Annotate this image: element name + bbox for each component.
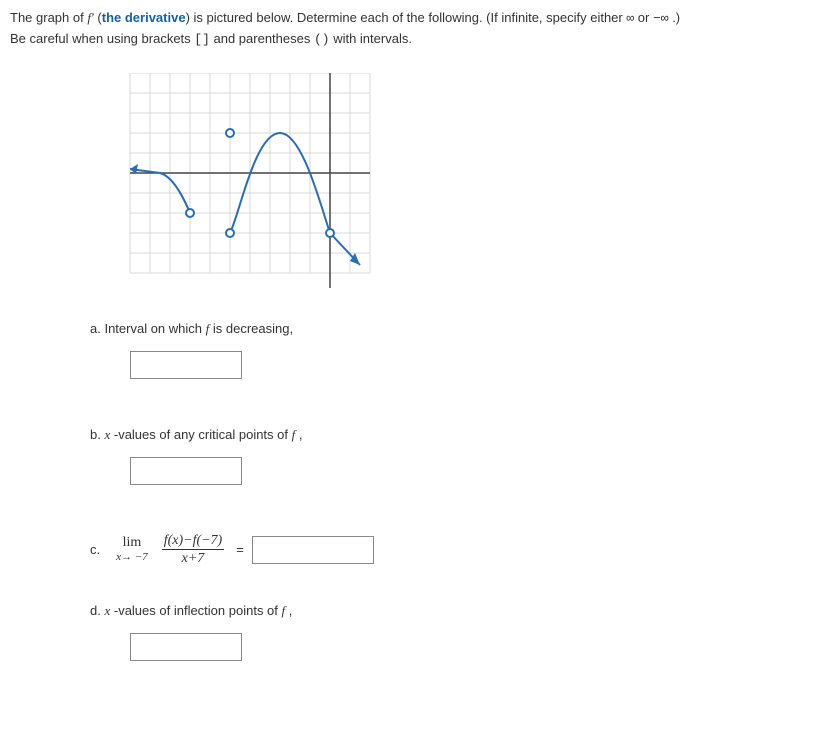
part-b-label: b. x -values of any critical points of f… — [90, 427, 827, 443]
text: a. Interval on which — [90, 321, 206, 336]
intro-line-1: The graph of f′ (the derivative) is pict… — [10, 8, 827, 29]
text: The graph of — [10, 10, 87, 25]
fraction: f(x)−f(−7) x+7 — [162, 533, 225, 567]
answer-input-a[interactable] — [130, 351, 242, 379]
limit-notation: lim x→ −7 — [116, 536, 148, 563]
curve-segment-1 — [130, 169, 190, 213]
lim-sub: x→ −7 — [116, 552, 148, 563]
answer-input-b[interactable] — [130, 457, 242, 485]
derivative-graph — [120, 73, 827, 293]
part-d: d. x -values of inflection points of f , — [90, 603, 827, 661]
text: d. — [90, 603, 104, 618]
text: .) — [669, 10, 681, 25]
part-c-label: c. — [90, 542, 100, 557]
lim-text: lim — [123, 536, 142, 550]
open-point-icon — [326, 229, 334, 237]
equals-sign: = — [236, 542, 244, 557]
text: , — [285, 603, 292, 618]
text: -values of any critical points of — [110, 427, 291, 442]
answer-input-d[interactable] — [130, 633, 242, 661]
text: , — [295, 427, 302, 442]
neg-infinity-symbol: −∞ — [653, 11, 669, 26]
derivative-highlight: the derivative — [102, 10, 186, 25]
frac-denominator: x+7 — [182, 550, 205, 566]
answer-input-c[interactable] — [252, 536, 374, 564]
frac-numerator: f(x)−f(−7) — [162, 533, 225, 550]
text: or — [634, 10, 653, 25]
part-b: b. x -values of any critical points of f… — [90, 427, 827, 485]
intro-line-2: Be careful when using brackets [] and pa… — [10, 29, 827, 50]
text: and parentheses — [210, 31, 314, 46]
brackets-symbol: [] — [194, 32, 210, 47]
part-c: c. lim x→ −7 f(x)−f(−7) x+7 = — [90, 533, 827, 567]
text: with intervals. — [330, 31, 412, 46]
part-a-label: a. Interval on which f is decreasing, — [90, 321, 827, 337]
curve-segment-2 — [230, 133, 330, 233]
text: -values of inflection points of — [110, 603, 281, 618]
text: ( — [94, 10, 102, 25]
part-a: a. Interval on which f is decreasing, — [90, 321, 827, 379]
open-point-icon — [226, 229, 234, 237]
text: Be careful when using brackets — [10, 31, 194, 46]
part-d-label: d. x -values of inflection points of f , — [90, 603, 827, 619]
open-point-icon — [226, 129, 234, 137]
text: b. — [90, 427, 104, 442]
parens-symbol: () — [314, 32, 330, 47]
text: ) is pictured below. Determine each of t… — [186, 10, 627, 25]
graph-svg — [120, 73, 380, 293]
infinity-symbol: ∞ — [626, 11, 634, 26]
open-point-icon — [186, 209, 194, 217]
text: is decreasing, — [209, 321, 293, 336]
